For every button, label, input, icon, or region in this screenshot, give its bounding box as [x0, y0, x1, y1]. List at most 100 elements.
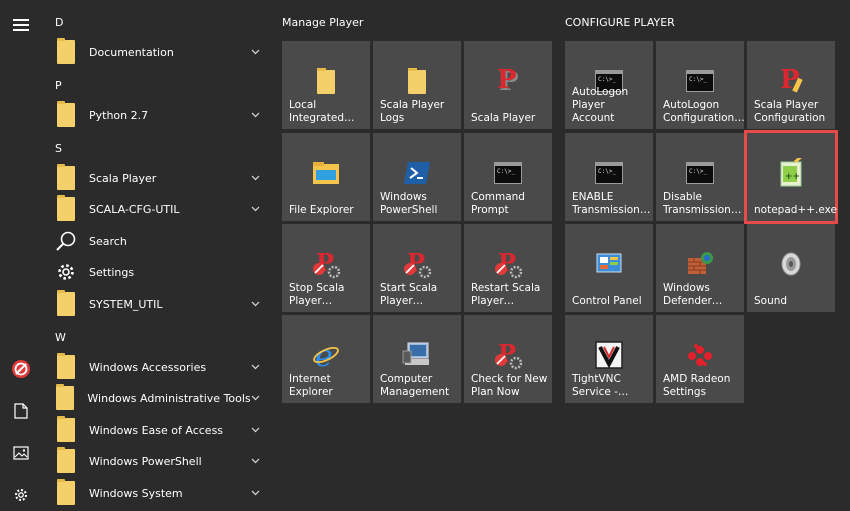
- tile-scala-player-logs[interactable]: Scala Player Logs: [373, 41, 461, 129]
- tile-sound[interactable]: Sound: [747, 224, 835, 312]
- app-item-windows-powershell[interactable]: Windows PowerShell: [54, 447, 268, 475]
- folder-icon: [56, 384, 75, 410]
- group-title-configure-player[interactable]: CONFIGURE PLAYER: [565, 16, 675, 29]
- chevron-down-icon[interactable]: [250, 299, 260, 309]
- tile-notepad-plus-plus[interactable]: ++ notepad++.exe: [744, 130, 838, 224]
- tile-label: Windows PowerShell: [380, 191, 438, 216]
- tile-label: AMD Radeon Settings: [663, 373, 731, 398]
- app-item-scala-cfg-util[interactable]: SCALA-CFG-UTIL: [54, 195, 268, 223]
- app-item-python[interactable]: Python 2.7: [54, 101, 268, 129]
- tile-label: Sound: [754, 295, 788, 307]
- settings-gear-icon[interactable]: [7, 481, 35, 509]
- app-item-windows-admin-tools[interactable]: Windows Administrative Tools: [54, 384, 268, 412]
- letter-header-d[interactable]: D: [55, 16, 63, 29]
- svg-text:++: ++: [785, 172, 800, 182]
- letter-header-w[interactable]: W: [55, 331, 66, 344]
- group-title-manage-player[interactable]: Manage Player: [282, 16, 363, 29]
- app-item-label: Documentation: [89, 45, 174, 59]
- tile-label: Scala Player Configuration: [754, 99, 826, 124]
- app-item-label: Windows PowerShell: [89, 454, 202, 468]
- app-item-label: SYSTEM_UTIL: [89, 297, 163, 311]
- tile-file-explorer[interactable]: File Explorer: [282, 133, 370, 221]
- tile-stop-scala-player[interactable]: P Stop Scala Player…: [282, 224, 370, 312]
- tile-autologon-configuration[interactable]: AutoLogonConfiguration…: [656, 41, 745, 129]
- app-item-scala-player[interactable]: Scala Player: [54, 164, 268, 192]
- letter-header-s[interactable]: S: [55, 142, 62, 155]
- tile-label: Computer Management: [380, 373, 450, 398]
- tile-label: Command Prompt: [471, 191, 525, 216]
- tile-internet-explorer[interactable]: e Internet Explorer: [282, 315, 370, 403]
- scala-check-plan-icon: P: [492, 339, 524, 371]
- tile-label: Restart Scala Player…: [471, 282, 541, 307]
- tile-start-scala-player[interactable]: P Start Scala Player…: [373, 224, 461, 312]
- tile-scala-player-configuration[interactable]: P Scala Player Configuration: [747, 41, 835, 129]
- tile-scala-player[interactable]: PP Scala Player: [464, 41, 552, 129]
- tile-autologon-player-account[interactable]: AutoLogonPlayer Account: [565, 41, 653, 129]
- app-item-label: Windows Ease of Access: [89, 423, 224, 437]
- chevron-down-icon[interactable]: [250, 47, 260, 57]
- folder-icon: [57, 479, 75, 505]
- pictures-icon[interactable]: [7, 439, 35, 467]
- folder-icon: [57, 416, 75, 442]
- scala-player-icon: PP: [492, 65, 524, 97]
- folder-icon: [57, 101, 75, 127]
- command-prompt-icon: [684, 65, 716, 97]
- tile-disable-transmission[interactable]: DisableTransmission…: [656, 133, 744, 221]
- chevron-down-icon[interactable]: [250, 425, 260, 435]
- tile-amd-radeon-settings[interactable]: AMD Radeon Settings: [656, 315, 744, 403]
- tile-computer-management[interactable]: Computer Management: [373, 315, 461, 403]
- tile-label: File Explorer: [289, 204, 354, 216]
- chevron-down-icon[interactable]: [251, 393, 260, 403]
- powershell-icon: [401, 157, 433, 189]
- app-item-settings[interactable]: Settings: [54, 258, 268, 286]
- tile-label: Scala Player Logs: [380, 99, 445, 124]
- tile-label: TightVNC Service -…: [572, 373, 629, 398]
- tile-label: ENABLE Transmission…: [572, 191, 651, 216]
- chevron-down-icon[interactable]: [250, 110, 260, 120]
- hamburger-menu-icon[interactable]: [7, 10, 35, 38]
- tile-local-integrated[interactable]: Local Integrated…: [282, 41, 370, 129]
- app-item-documentation[interactable]: Documentation: [54, 38, 268, 66]
- app-item-windows-ease-of-access[interactable]: Windows Ease of Access: [54, 416, 268, 444]
- chevron-down-icon[interactable]: [250, 488, 260, 498]
- tile-restart-scala-player[interactable]: P Restart Scala Player…: [464, 224, 552, 312]
- folder-icon: [57, 447, 75, 473]
- tile-command-prompt[interactable]: CommandPrompt: [464, 133, 552, 221]
- tile-windows-defender[interactable]: Windows Defender…: [656, 224, 744, 312]
- amd-radeon-icon: [684, 339, 716, 371]
- left-rail: [0, 0, 44, 511]
- tile-label: Local Integrated…: [289, 99, 355, 124]
- tile-control-panel[interactable]: Control Panel: [565, 224, 653, 312]
- tightvnc-icon: [593, 339, 625, 371]
- tile-tightvnc-service[interactable]: TightVNC Service -…: [565, 315, 653, 403]
- tile-check-for-new-plan[interactable]: P Check for New Plan Now: [464, 315, 552, 403]
- chevron-down-icon[interactable]: [250, 362, 260, 372]
- svg-text:P: P: [497, 66, 517, 95]
- app-item-label: Scala Player: [89, 171, 157, 185]
- app-item-label: Python 2.7: [89, 108, 149, 122]
- folder-icon: [57, 38, 75, 64]
- app-item-windows-system[interactable]: Windows System: [54, 479, 268, 507]
- app-item-system-util[interactable]: SYSTEM_UTIL: [54, 290, 268, 318]
- app-list: D Documentation P Python 2.7 S Scala Pla…: [50, 0, 272, 511]
- chevron-down-icon[interactable]: [250, 456, 260, 466]
- internet-explorer-icon: e: [310, 339, 342, 371]
- tile-windows-powershell[interactable]: Windows PowerShell: [373, 133, 461, 221]
- command-prompt-icon: [684, 157, 716, 189]
- app-item-windows-accessories[interactable]: Windows Accessories: [54, 353, 268, 381]
- app-item-search[interactable]: Search: [54, 227, 268, 255]
- command-prompt-icon: [492, 157, 524, 189]
- letter-header-p[interactable]: P: [55, 79, 62, 92]
- chevron-down-icon[interactable]: [250, 173, 260, 183]
- app-item-label: Windows Administrative Tools: [87, 391, 251, 405]
- app-item-label: Windows Accessories: [89, 360, 207, 374]
- documents-icon[interactable]: [7, 397, 35, 425]
- scala-user-icon[interactable]: [7, 355, 35, 383]
- tile-label: notepad++.exe: [754, 204, 837, 216]
- tile-enable-transmission[interactable]: ENABLETransmission…: [565, 133, 653, 221]
- notepad-plus-plus-icon: ++: [775, 157, 807, 189]
- command-prompt-icon: [593, 157, 625, 189]
- scala-restart-icon: P: [492, 248, 524, 280]
- chevron-down-icon[interactable]: [250, 204, 260, 214]
- file-explorer-icon: [310, 157, 342, 189]
